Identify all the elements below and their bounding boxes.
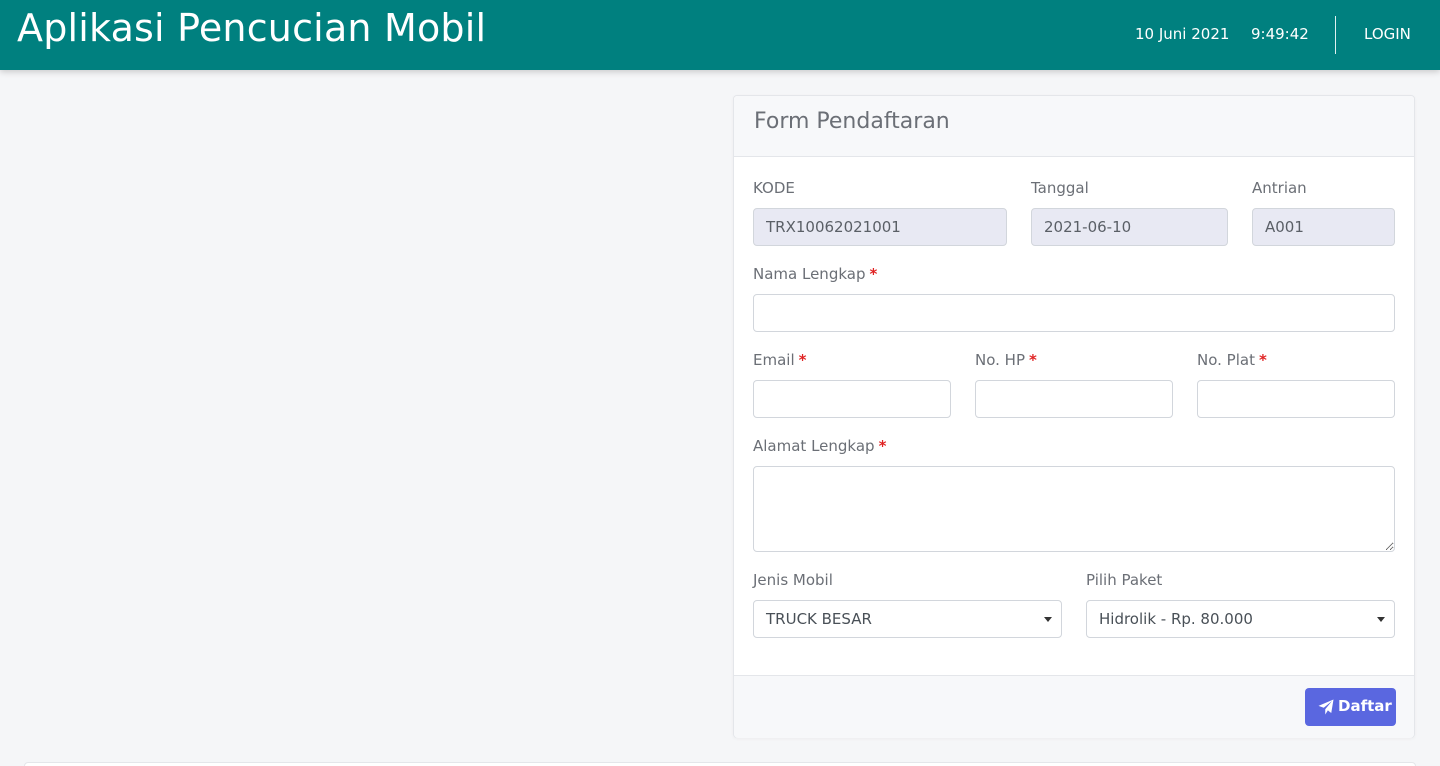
alamat-label: Alamat Lengkap * — [753, 437, 886, 455]
jenis-mobil-value: TRUCK BESAR — [766, 610, 872, 628]
card-header: Form Pendaftaran — [734, 96, 1414, 157]
plat-label-text: No. Plat — [1197, 351, 1255, 369]
tanggal-label: Tanggal — [1031, 179, 1089, 197]
required-marker: * — [1029, 351, 1037, 369]
plat-input[interactable] — [1197, 380, 1395, 418]
tanggal-input — [1031, 208, 1228, 246]
required-marker: * — [878, 437, 887, 455]
nama-label-text: Nama Lengkap — [753, 265, 866, 283]
alamat-label-text: Alamat Lengkap — [753, 437, 875, 455]
daftar-button[interactable]: Daftar — [1305, 688, 1396, 726]
kode-label: KODE — [753, 179, 795, 197]
jenis-mobil-label: Jenis Mobil — [753, 571, 833, 589]
paper-plane-icon — [1318, 699, 1334, 715]
nav-divider — [1335, 16, 1336, 54]
antrian-input — [1252, 208, 1395, 246]
form-title: Form Pendaftaran — [754, 109, 950, 134]
current-time: 9:49:42 — [1251, 25, 1309, 43]
bottom-card-edge — [24, 762, 1416, 766]
hp-label: No. HP * — [975, 351, 1037, 369]
paket-label: Pilih Paket — [1086, 571, 1163, 589]
required-marker: * — [869, 265, 878, 283]
email-input[interactable] — [753, 380, 951, 418]
nama-label: Nama Lengkap * — [753, 265, 877, 283]
antrian-label: Antrian — [1252, 179, 1307, 197]
email-label-text: Email — [753, 351, 795, 369]
app-title: Aplikasi Pencucian Mobil — [17, 6, 487, 50]
nama-input[interactable] — [753, 294, 1395, 332]
paket-value: Hidrolik - Rp. 80.000 — [1099, 610, 1253, 628]
required-marker: * — [798, 351, 807, 369]
hp-label-text: No. HP — [975, 351, 1025, 369]
chevron-down-icon — [1044, 617, 1052, 622]
alamat-textarea[interactable] — [753, 466, 1395, 552]
jenis-mobil-select[interactable]: TRUCK BESAR — [753, 600, 1062, 638]
top-navbar: Aplikasi Pencucian Mobil 10 Juni 2021 9:… — [0, 0, 1440, 70]
kode-input — [753, 208, 1007, 246]
plat-label: No. Plat * — [1197, 351, 1267, 369]
paket-select[interactable]: Hidrolik - Rp. 80.000 — [1086, 600, 1395, 638]
required-marker: * — [1258, 351, 1267, 369]
login-link[interactable]: LOGIN — [1364, 25, 1411, 43]
hp-input[interactable] — [975, 380, 1173, 418]
chevron-down-icon — [1377, 617, 1385, 622]
current-date: 10 Juni 2021 — [1135, 25, 1230, 43]
registration-form-card: Form Pendaftaran KODE Tanggal Antrian Na… — [733, 95, 1415, 738]
daftar-button-label: Daftar — [1338, 697, 1392, 715]
email-label: Email * — [753, 351, 806, 369]
